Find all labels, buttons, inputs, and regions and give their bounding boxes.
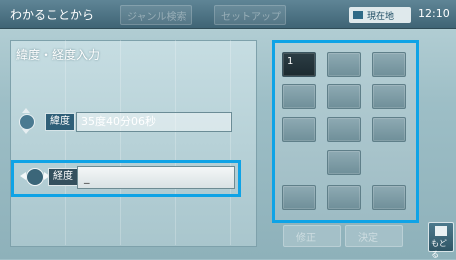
latitude-field[interactable]: 35度40分06秒 (76, 112, 232, 132)
key-right[interactable] (372, 185, 406, 210)
divider (120, 40, 121, 245)
tab-genre-search[interactable]: ジャンル検索 (120, 5, 192, 25)
key-2[interactable] (327, 52, 361, 77)
up-arrow-icon (22, 108, 30, 113)
tab-setup[interactable]: セットアップ (214, 5, 286, 25)
key-6[interactable] (372, 84, 406, 109)
key-5[interactable] (327, 84, 361, 109)
clock: 12:10 (418, 7, 450, 20)
confirm-button[interactable]: 決定 (345, 225, 403, 247)
key-7[interactable] (282, 117, 316, 142)
divider (65, 40, 66, 245)
screen-title: わかることから (10, 8, 95, 22)
latitude-updown-icon[interactable] (19, 108, 35, 134)
key-label: 1 (287, 56, 294, 67)
back-icon (435, 226, 447, 236)
key-0[interactable] (327, 150, 361, 175)
button-label: 修正 (296, 233, 316, 244)
button-label: 決定 (358, 233, 378, 244)
longitude-field[interactable]: _ (77, 166, 235, 189)
circle-icon (19, 114, 35, 130)
key-3[interactable] (372, 52, 406, 77)
divider (175, 40, 176, 245)
key-left[interactable] (282, 185, 316, 210)
input-panel (10, 40, 257, 247)
location-icon (353, 11, 363, 19)
tab-label: ジャンル検索 (127, 12, 187, 23)
back-button[interactable]: もどる (428, 222, 454, 259)
tab-label: セットアップ (221, 12, 281, 23)
page-title: 緯度・経度入力 (16, 48, 101, 62)
longitude-arrow-icon[interactable] (20, 167, 50, 186)
key-8[interactable] (327, 117, 361, 142)
down-arrow-icon (22, 129, 30, 134)
back-label: もどる (431, 239, 447, 259)
current-location-badge[interactable]: 現在地 (349, 7, 411, 23)
latitude-label: 緯度 (45, 113, 75, 131)
divider (230, 40, 231, 245)
key-center[interactable] (327, 185, 361, 210)
key-9[interactable] (372, 117, 406, 142)
top-bar: わかることから ジャンル検索 セットアップ 現在地 12:10 (0, 0, 456, 29)
longitude-label: 経度 (48, 168, 78, 186)
circle-icon (26, 168, 44, 186)
key-4[interactable] (282, 84, 316, 109)
badge-label: 現在地 (367, 12, 395, 22)
correct-button[interactable]: 修正 (283, 225, 341, 247)
key-1[interactable]: 1 (282, 52, 316, 77)
